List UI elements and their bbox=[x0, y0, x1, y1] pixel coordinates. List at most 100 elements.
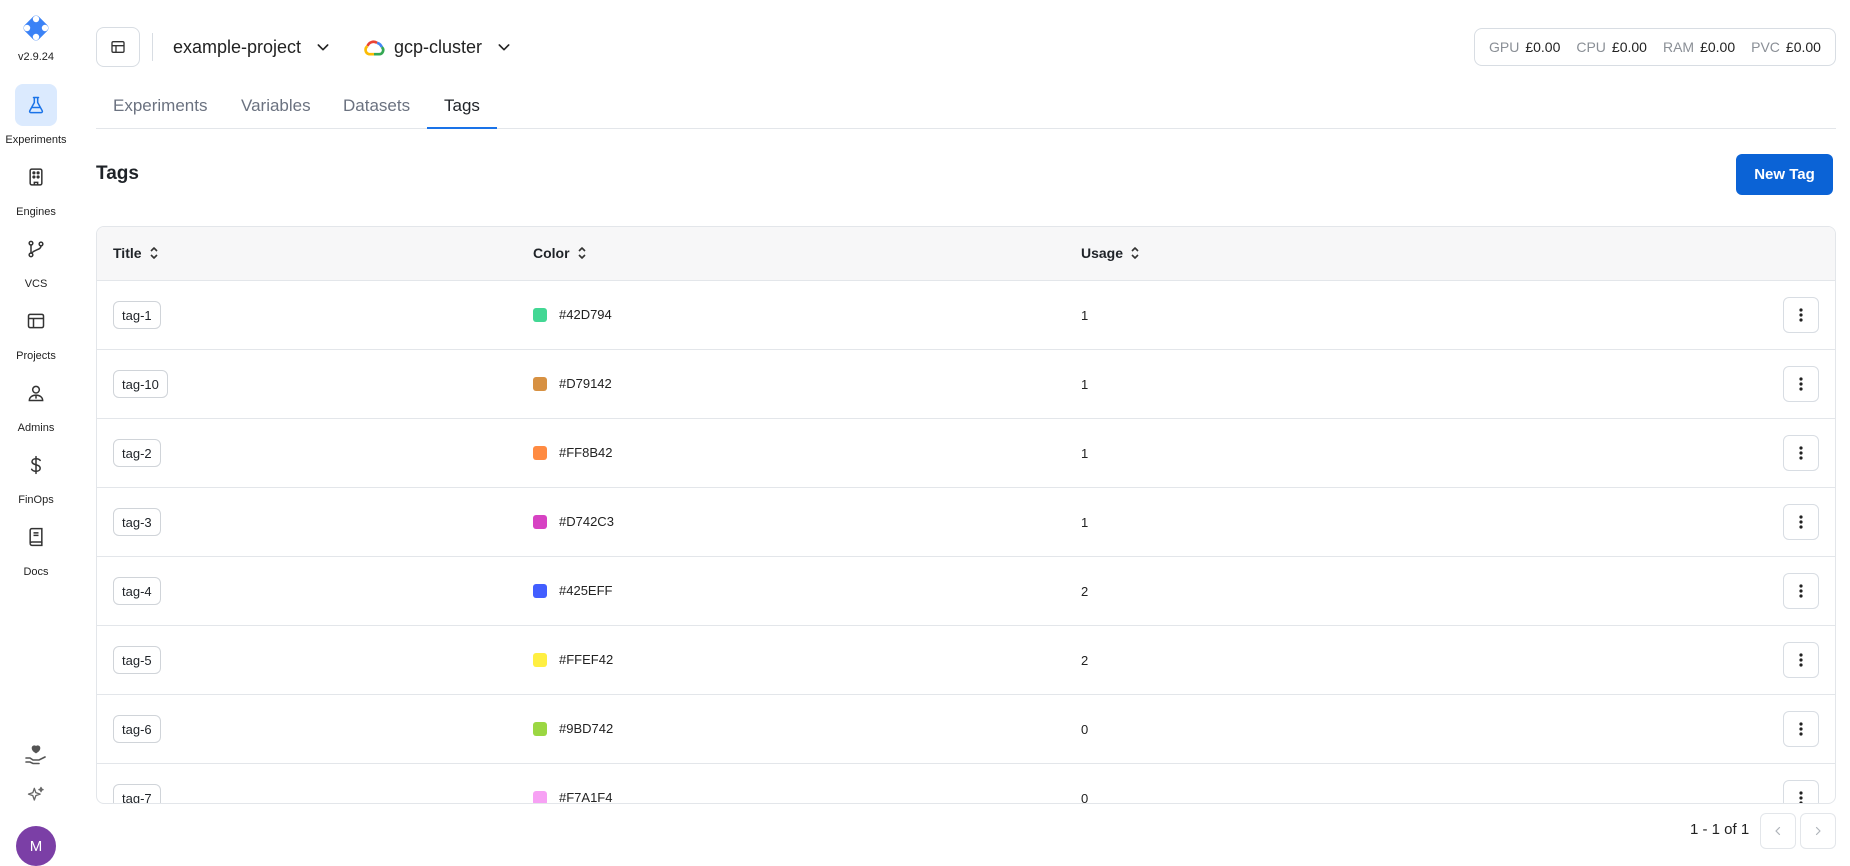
color-hex: #D742C3 bbox=[559, 514, 614, 529]
column-header-color[interactable]: Color bbox=[533, 245, 587, 261]
sort-icon bbox=[1130, 246, 1140, 260]
user-avatar[interactable]: M bbox=[16, 826, 56, 866]
row-actions-button[interactable] bbox=[1783, 366, 1819, 402]
sidebar-item-projects[interactable]: Projects bbox=[0, 300, 72, 362]
admin-user-icon bbox=[15, 372, 57, 414]
color-hex: #D79142 bbox=[559, 376, 612, 391]
color-swatch bbox=[533, 584, 547, 598]
previous-page-button[interactable] bbox=[1760, 813, 1796, 849]
cost-ram: RAM £0.00 bbox=[1662, 39, 1736, 55]
tag-title-chip[interactable]: tag-4 bbox=[113, 577, 161, 605]
usage-count: 1 bbox=[1081, 446, 1089, 461]
sidebar-item-label: Docs bbox=[23, 566, 49, 578]
table-row[interactable]: tag-2 #FF8B42 1 bbox=[97, 419, 1835, 488]
column-header-usage[interactable]: Usage bbox=[1081, 245, 1140, 261]
sidebar-item-label: VCS bbox=[24, 278, 48, 290]
tag-title-chip[interactable]: tag-1 bbox=[113, 301, 161, 329]
sparkles-icon[interactable] bbox=[22, 781, 50, 809]
book-icon bbox=[15, 516, 57, 558]
table-row[interactable]: tag-5 #FFEF42 2 bbox=[97, 626, 1835, 695]
chevron-right-icon bbox=[1812, 825, 1824, 837]
tag-title-chip[interactable]: tag-7 bbox=[113, 784, 161, 803]
sidebar-item-label: Projects bbox=[16, 350, 56, 362]
flask-icon bbox=[15, 84, 57, 126]
heart-hand-icon[interactable] bbox=[22, 740, 50, 768]
tag-title-chip[interactable]: tag-3 bbox=[113, 508, 161, 536]
table-row[interactable]: tag-10 #D79142 1 bbox=[97, 350, 1835, 419]
cost-pvc: PVC £0.00 bbox=[1751, 39, 1821, 55]
sort-icon bbox=[577, 246, 587, 260]
chevron-down-icon bbox=[496, 39, 512, 55]
sidebar-item-label: Admins bbox=[17, 422, 55, 434]
cost-summary: GPU £0.00 CPU £0.00 RAM £0.00 PVC £0.00 bbox=[1474, 28, 1836, 66]
sidebar-item-experiments[interactable]: Experiments bbox=[0, 84, 72, 146]
table-row[interactable]: tag-7 #F7A1F4 0 bbox=[97, 764, 1835, 804]
cluster-selector[interactable]: gcp-cluster bbox=[363, 30, 512, 64]
table-row[interactable]: tag-4 #425EFF 2 bbox=[97, 557, 1835, 626]
app-root: v2.9.24 Experiments Engines VCS Projects bbox=[0, 0, 1850, 866]
more-vertical-icon bbox=[1799, 446, 1803, 460]
table-row[interactable]: tag-1 #42D794 1 bbox=[97, 281, 1835, 350]
tab-bar: Experiments Variables Datasets Tags bbox=[96, 92, 1836, 129]
color-swatch bbox=[533, 515, 547, 529]
color-swatch bbox=[533, 446, 547, 460]
color-swatch bbox=[533, 653, 547, 667]
color-swatch bbox=[533, 308, 547, 322]
sidebar-item-label: FinOps bbox=[18, 494, 54, 506]
tag-title-chip[interactable]: tag-5 bbox=[113, 646, 161, 674]
sidebar-item-admins[interactable]: Admins bbox=[0, 372, 72, 434]
tab-datasets[interactable]: Datasets bbox=[343, 96, 410, 116]
row-actions-button[interactable] bbox=[1783, 504, 1819, 540]
tag-title-chip[interactable]: tag-2 bbox=[113, 439, 161, 467]
row-actions-button[interactable] bbox=[1783, 780, 1819, 803]
toggle-sidebar-button[interactable] bbox=[96, 27, 140, 67]
app-version: v2.9.24 bbox=[17, 51, 55, 63]
pagination-summary: 1 - 1 of 1 bbox=[1690, 821, 1750, 838]
tab-tags[interactable]: Tags bbox=[444, 96, 480, 116]
row-actions-button[interactable] bbox=[1783, 711, 1819, 747]
cluster-name: gcp-cluster bbox=[394, 36, 483, 57]
google-cloud-icon bbox=[363, 38, 385, 56]
logo-icon[interactable] bbox=[18, 10, 54, 46]
panel-layout-icon bbox=[110, 39, 126, 55]
sidebar-item-vcs[interactable]: VCS bbox=[0, 228, 72, 290]
sidebar-item-label: Engines bbox=[16, 206, 56, 218]
row-actions-button[interactable] bbox=[1783, 573, 1819, 609]
table-row[interactable]: tag-3 #D742C3 1 bbox=[97, 488, 1835, 557]
tab-experiments[interactable]: Experiments bbox=[113, 96, 207, 116]
color-hex: #425EFF bbox=[559, 583, 613, 598]
table-row[interactable]: tag-6 #9BD742 0 bbox=[97, 695, 1835, 764]
usage-count: 1 bbox=[1081, 515, 1089, 530]
usage-count: 0 bbox=[1081, 791, 1089, 804]
sidebar-item-docs[interactable]: Docs bbox=[0, 516, 72, 578]
column-header-title[interactable]: Title bbox=[113, 245, 159, 261]
usage-count: 0 bbox=[1081, 722, 1089, 737]
color-hex: #FF8B42 bbox=[559, 445, 613, 460]
sort-icon bbox=[149, 246, 159, 260]
new-tag-button[interactable]: New Tag bbox=[1736, 154, 1833, 195]
more-vertical-icon bbox=[1799, 584, 1803, 598]
row-actions-button[interactable] bbox=[1783, 642, 1819, 678]
project-selector[interactable]: example-project bbox=[173, 30, 331, 64]
more-vertical-icon bbox=[1799, 308, 1803, 322]
next-page-button[interactable] bbox=[1800, 813, 1836, 849]
page-title: Tags bbox=[96, 163, 139, 184]
color-hex: #F7A1F4 bbox=[559, 790, 613, 804]
chevron-left-icon bbox=[1772, 825, 1784, 837]
row-actions-button[interactable] bbox=[1783, 297, 1819, 333]
project-name: example-project bbox=[173, 36, 302, 57]
git-branch-icon bbox=[15, 228, 57, 270]
tag-title-chip[interactable]: tag-10 bbox=[113, 370, 168, 398]
sidebar-item-engines[interactable]: Engines bbox=[0, 156, 72, 218]
sidebar-item-finops[interactable]: FinOps bbox=[0, 444, 72, 506]
usage-count: 2 bbox=[1081, 584, 1089, 599]
more-vertical-icon bbox=[1799, 515, 1803, 529]
row-actions-button[interactable] bbox=[1783, 435, 1819, 471]
usage-count: 2 bbox=[1081, 653, 1089, 668]
dollar-icon bbox=[15, 444, 57, 486]
chevron-down-icon bbox=[315, 39, 331, 55]
tag-title-chip[interactable]: tag-6 bbox=[113, 715, 161, 743]
tab-variables[interactable]: Variables bbox=[241, 96, 311, 116]
cost-gpu: GPU £0.00 bbox=[1488, 39, 1561, 55]
table-header: Title Color Usage bbox=[97, 227, 1835, 281]
